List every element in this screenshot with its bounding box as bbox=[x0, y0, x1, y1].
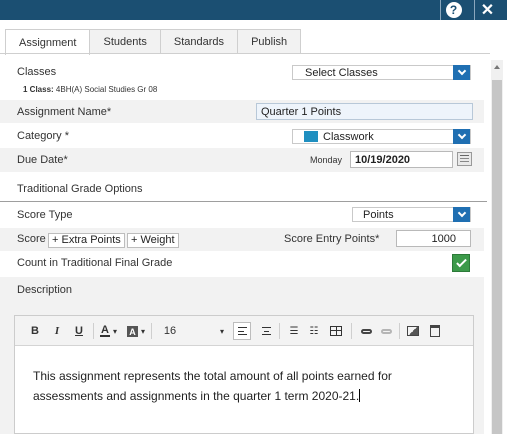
description-label: Description bbox=[17, 284, 73, 296]
image-icon bbox=[407, 326, 419, 336]
tab-publish[interactable]: Publish bbox=[237, 29, 302, 54]
assignment-name-label: Assignment Name* bbox=[17, 106, 112, 118]
category-color-swatch bbox=[304, 131, 318, 142]
table-icon bbox=[330, 326, 342, 336]
paste-button[interactable] bbox=[428, 323, 442, 339]
unlink-button[interactable] bbox=[379, 323, 393, 339]
bold-button[interactable]: B bbox=[29, 323, 41, 339]
due-date-label: Due Date* bbox=[17, 154, 68, 166]
vertical-scrollbar[interactable] bbox=[491, 60, 503, 434]
clipboard-icon bbox=[430, 325, 440, 337]
editor-toolbar: B I U A ▾ A ▾ 16 ▾ ☰ ☷ bbox=[15, 316, 473, 346]
dialog-title-bar: ? ✕ bbox=[0, 0, 507, 20]
toolbar-separator bbox=[351, 323, 352, 339]
count-final-grade-label: Count in Traditional Final Grade bbox=[17, 257, 173, 269]
due-date-input[interactable]: 10/19/2020 bbox=[350, 151, 453, 168]
font-color-button[interactable]: A bbox=[100, 324, 110, 337]
traditional-heading: Traditional Grade Options bbox=[17, 183, 143, 195]
font-size-select[interactable]: 16 bbox=[163, 323, 177, 339]
bullet-list-icon: ☰ bbox=[289, 325, 299, 337]
score-type-select[interactable]: Points bbox=[352, 207, 471, 222]
unlink-icon bbox=[380, 328, 392, 334]
category-select-text: Classwork bbox=[323, 131, 374, 143]
classes-row: Classes Select Classes 1 Class: 4BH(A) S… bbox=[0, 60, 484, 98]
score-type-row: Score Type Points bbox=[0, 203, 484, 228]
numbered-list-icon: ☷ bbox=[309, 325, 319, 337]
chevron-down-icon bbox=[453, 129, 470, 144]
insert-image-button[interactable] bbox=[406, 323, 420, 339]
classes-select[interactable]: Select Classes bbox=[292, 65, 471, 80]
score-type-select-text: Points bbox=[363, 209, 394, 221]
help-icon: ? bbox=[445, 2, 462, 18]
toolbar-separator bbox=[93, 323, 94, 339]
tab-standards[interactable]: Standards bbox=[159, 29, 239, 54]
close-button[interactable]: ✕ bbox=[474, 0, 500, 20]
assignment-name-input[interactable]: Quarter 1 Points bbox=[256, 103, 473, 120]
due-day: Monday bbox=[310, 155, 343, 165]
tab-students[interactable]: Students bbox=[89, 29, 161, 54]
tab-assignment[interactable]: Assignment bbox=[5, 29, 91, 55]
editor-content[interactable]: This assignment represents the total amo… bbox=[33, 366, 453, 406]
classes-summary-text: 4BH(A) Social Studies Gr 08 bbox=[55, 85, 158, 94]
italic-button[interactable]: I bbox=[51, 323, 63, 339]
score-label: Score bbox=[17, 233, 46, 245]
score-row: Score + Extra Points + Weight Score Entr… bbox=[0, 228, 484, 251]
link-icon bbox=[360, 328, 372, 334]
close-icon: ✕ bbox=[480, 2, 495, 19]
align-left-icon bbox=[237, 327, 247, 335]
chevron-down-icon bbox=[453, 65, 470, 80]
category-row: Category * Classwork bbox=[0, 124, 484, 148]
score-type-label: Score Type bbox=[17, 209, 73, 221]
due-date-row: Due Date* Monday 10/19/2020 bbox=[0, 148, 484, 172]
traditional-heading-row: Traditional Grade Options bbox=[0, 174, 487, 202]
calendar-icon[interactable] bbox=[457, 152, 472, 166]
tab-divider bbox=[0, 53, 490, 54]
score-entry-input[interactable]: 1000 bbox=[396, 230, 471, 247]
scroll-thumb[interactable] bbox=[492, 80, 502, 434]
highlight-dropdown-icon[interactable]: ▾ bbox=[140, 323, 146, 339]
classes-summary: 1 Class: 4BH(A) Social Studies Gr 08 bbox=[23, 85, 157, 94]
link-button[interactable] bbox=[359, 323, 373, 339]
chevron-down-icon bbox=[453, 207, 470, 222]
font-size-dropdown-icon[interactable]: ▾ bbox=[219, 323, 225, 339]
weight-button[interactable]: + Weight bbox=[127, 233, 179, 248]
score-entry-label: Score Entry Points* bbox=[284, 233, 380, 245]
classes-select-text: Select Classes bbox=[305, 67, 378, 79]
align-left-button[interactable] bbox=[233, 322, 251, 340]
category-label: Category * bbox=[17, 130, 69, 142]
align-center-icon bbox=[261, 327, 271, 335]
table-button[interactable] bbox=[329, 323, 343, 339]
count-final-grade-checkbox[interactable] bbox=[452, 254, 470, 272]
assignment-name-row: Assignment Name* Quarter 1 Points bbox=[0, 100, 484, 123]
editor-content-text: This assignment represents the total amo… bbox=[33, 369, 392, 403]
classes-count: 1 Class: bbox=[23, 85, 54, 94]
font-color-dropdown-icon[interactable]: ▾ bbox=[112, 323, 118, 339]
check-icon bbox=[455, 256, 467, 268]
highlight-button[interactable]: A bbox=[127, 326, 138, 337]
align-center-button[interactable] bbox=[259, 323, 273, 339]
classes-label: Classes bbox=[17, 66, 57, 78]
tab-bar: Assignment Students Standards Publish bbox=[5, 29, 302, 55]
underline-button[interactable]: U bbox=[73, 323, 85, 339]
bullet-list-button[interactable]: ☰ bbox=[287, 323, 301, 339]
toolbar-separator bbox=[279, 323, 280, 339]
help-button[interactable]: ? bbox=[440, 0, 466, 20]
description-editor: B I U A ▾ A ▾ 16 ▾ ☰ ☷ This assignment r… bbox=[14, 315, 474, 434]
extra-points-button[interactable]: + Extra Points bbox=[48, 233, 125, 248]
toolbar-separator bbox=[151, 323, 152, 339]
scroll-up-icon[interactable] bbox=[494, 65, 500, 69]
category-select[interactable]: Classwork bbox=[292, 129, 471, 144]
text-caret bbox=[359, 389, 361, 402]
count-final-grade-row: Count in Traditional Final Grade bbox=[0, 252, 484, 276]
toolbar-separator bbox=[399, 323, 400, 339]
numbered-list-button[interactable]: ☷ bbox=[307, 323, 321, 339]
